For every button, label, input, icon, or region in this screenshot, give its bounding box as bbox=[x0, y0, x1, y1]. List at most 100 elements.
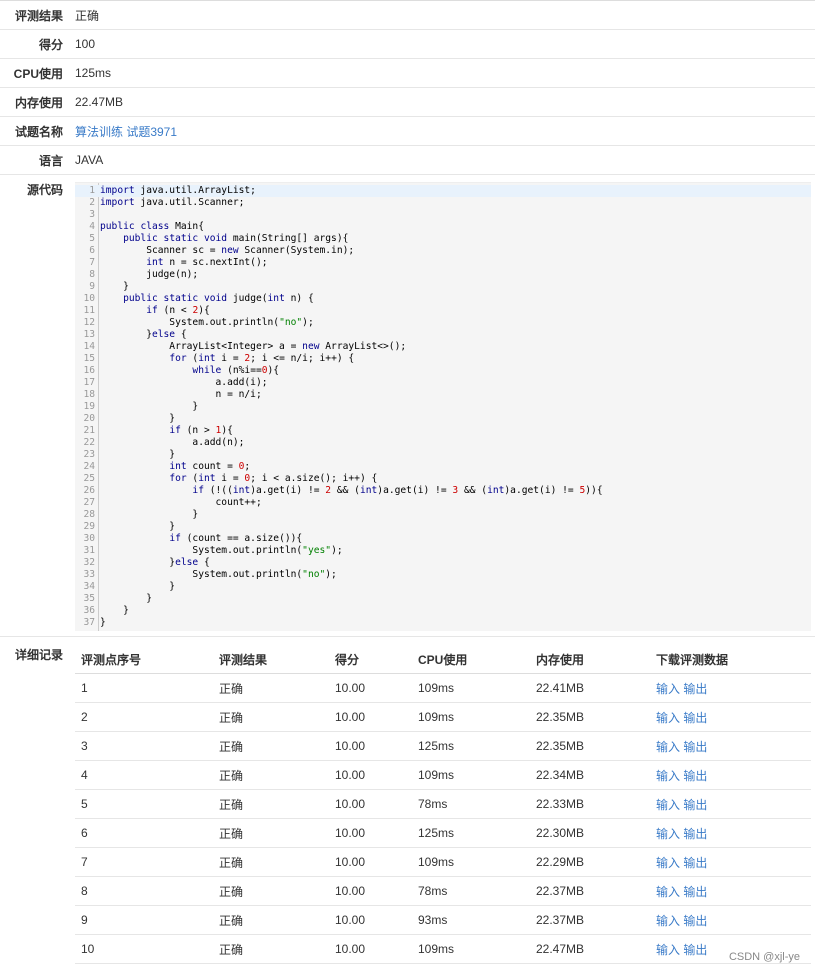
code-text: a.add(i); bbox=[100, 377, 268, 388]
line-number: 26 bbox=[83, 485, 95, 496]
line-number: 10 bbox=[83, 293, 95, 304]
code-line: 7 int n = sc.nextInt(); bbox=[75, 257, 811, 269]
code-text: n = n/i; bbox=[100, 389, 262, 400]
code-text: } bbox=[100, 449, 176, 460]
code-line: 28 } bbox=[75, 509, 811, 521]
case-cpu: 109ms bbox=[412, 673, 530, 703]
download-input-link[interactable]: 输入 bbox=[656, 769, 680, 783]
code-line: 6 Scanner sc = new Scanner(System.in); bbox=[75, 245, 811, 257]
download-output-link[interactable]: 输出 bbox=[683, 769, 707, 783]
detail-label: 详细记录 bbox=[14, 648, 63, 662]
case-result: 正确 bbox=[213, 789, 329, 819]
line-number: 21 bbox=[83, 425, 95, 436]
code-text: ArrayList<Integer> a = new ArrayList<>()… bbox=[100, 341, 407, 352]
case-result: 正确 bbox=[213, 876, 329, 906]
code-line: 26 if (!((int)a.get(i) != 2 && (int)a.ge… bbox=[75, 485, 811, 497]
memory-value: 22.47MB bbox=[75, 95, 124, 109]
header-cpu: CPU使用 bbox=[412, 645, 530, 674]
download-input-link[interactable]: 输入 bbox=[656, 798, 680, 812]
case-result: 正确 bbox=[213, 847, 329, 877]
download-cell: 输入 输出 bbox=[650, 673, 811, 703]
download-output-link[interactable]: 输出 bbox=[683, 682, 707, 696]
code-line: 25 for (int i = 0; i < a.size(); i++) { bbox=[75, 473, 811, 485]
line-number: 2 bbox=[89, 197, 95, 208]
case-cpu: 125ms bbox=[412, 731, 530, 761]
download-input-link[interactable]: 输入 bbox=[656, 740, 680, 754]
test-case-table: 评测点序号 评测结果 得分 CPU使用 内存使用 下载评测数据 1 正确 10.00… bbox=[75, 645, 811, 964]
language-label: 语言 bbox=[38, 153, 63, 168]
code-text: } bbox=[100, 581, 176, 592]
code-line: 2 import java.util.Scanner; bbox=[75, 197, 811, 209]
case-score: 10.00 bbox=[329, 760, 412, 790]
line-number: 19 bbox=[83, 401, 95, 412]
problem-link[interactable]: 算法训练 试题3971 bbox=[75, 123, 177, 140]
problem-label: 试题名称 bbox=[14, 124, 63, 139]
download-output-link[interactable]: 输出 bbox=[683, 856, 707, 870]
download-output-link[interactable]: 输出 bbox=[683, 914, 707, 928]
case-cpu: 78ms bbox=[412, 789, 530, 819]
download-output-link[interactable]: 输出 bbox=[683, 740, 707, 754]
download-input-link[interactable]: 输入 bbox=[656, 943, 680, 957]
source-code-viewer[interactable]: 1 import java.util.ArrayList; 2 import java… bbox=[75, 182, 811, 631]
code-text: import java.util.Scanner; bbox=[100, 197, 245, 208]
header-memory: 内存使用 bbox=[530, 645, 650, 674]
download-input-link[interactable]: 输入 bbox=[656, 827, 680, 841]
download-output-link[interactable]: 输出 bbox=[683, 827, 707, 841]
code-text: } bbox=[100, 521, 176, 532]
download-cell: 输入 输出 bbox=[650, 789, 811, 819]
code-text: count++; bbox=[100, 497, 262, 508]
case-memory: 22.35MB bbox=[530, 731, 650, 761]
case-number: 9 bbox=[75, 905, 213, 935]
case-result: 正确 bbox=[213, 905, 329, 935]
code-text: } bbox=[100, 413, 176, 424]
table-row: 10 正确 10.00 109ms 22.47MB 输入 输出 bbox=[75, 934, 811, 964]
case-memory: 22.41MB bbox=[530, 673, 650, 703]
code-line: 5 public static void main(String[] args)… bbox=[75, 233, 811, 245]
download-output-link[interactable]: 输出 bbox=[683, 798, 707, 812]
case-cpu: 78ms bbox=[412, 876, 530, 906]
case-number: 5 bbox=[75, 789, 213, 819]
case-number: 8 bbox=[75, 876, 213, 906]
code-line: 13 }else { bbox=[75, 329, 811, 341]
download-output-link[interactable]: 输出 bbox=[683, 943, 707, 957]
cpu-row: CPU使用 125ms bbox=[0, 59, 815, 88]
table-row: 3 正确 10.00 125ms 22.35MB 输入 输出 bbox=[75, 731, 811, 761]
download-cell: 输入 输出 bbox=[650, 702, 811, 732]
line-number: 29 bbox=[83, 521, 95, 532]
result-value: 正确 bbox=[75, 8, 100, 23]
download-output-link[interactable]: 输出 bbox=[683, 711, 707, 725]
code-line: 24 int count = 0; bbox=[75, 461, 811, 473]
score-value: 100 bbox=[75, 37, 96, 51]
language-value: JAVA bbox=[75, 153, 104, 167]
line-number: 23 bbox=[83, 449, 95, 460]
download-input-link[interactable]: 输入 bbox=[656, 682, 680, 696]
download-output-link[interactable]: 输出 bbox=[683, 885, 707, 899]
case-cpu: 93ms bbox=[412, 905, 530, 935]
case-result: 正确 bbox=[213, 760, 329, 790]
download-input-link[interactable]: 输入 bbox=[656, 885, 680, 899]
code-line: 20 } bbox=[75, 413, 811, 425]
case-cpu: 125ms bbox=[412, 818, 530, 848]
case-memory: 22.35MB bbox=[530, 702, 650, 732]
cpu-label: CPU使用 bbox=[13, 66, 63, 81]
result-row: 评测结果 正确 bbox=[0, 1, 815, 30]
code-text: } bbox=[100, 281, 129, 292]
download-input-link[interactable]: 输入 bbox=[656, 711, 680, 725]
table-row: 4 正确 10.00 109ms 22.34MB 输入 输出 bbox=[75, 760, 811, 790]
download-input-link[interactable]: 输入 bbox=[656, 856, 680, 870]
code-text: public class Main{ bbox=[100, 221, 204, 232]
table-header-row: 评测点序号 评测结果 得分 CPU使用 内存使用 下载评测数据 bbox=[75, 645, 811, 674]
download-cell: 输入 输出 bbox=[650, 905, 811, 935]
download-cell: 输入 输出 bbox=[650, 876, 811, 906]
case-memory: 22.34MB bbox=[530, 760, 650, 790]
case-score: 10.00 bbox=[329, 847, 412, 877]
table-row: 6 正确 10.00 125ms 22.30MB 输入 输出 bbox=[75, 818, 811, 848]
line-number: 18 bbox=[83, 389, 95, 400]
code-line: 19 } bbox=[75, 401, 811, 413]
case-memory: 22.37MB bbox=[530, 876, 650, 906]
code-line: 34 } bbox=[75, 581, 811, 593]
line-number: 3 bbox=[89, 209, 95, 220]
case-score: 10.00 bbox=[329, 876, 412, 906]
download-cell: 输入 输出 bbox=[650, 731, 811, 761]
download-input-link[interactable]: 输入 bbox=[656, 914, 680, 928]
